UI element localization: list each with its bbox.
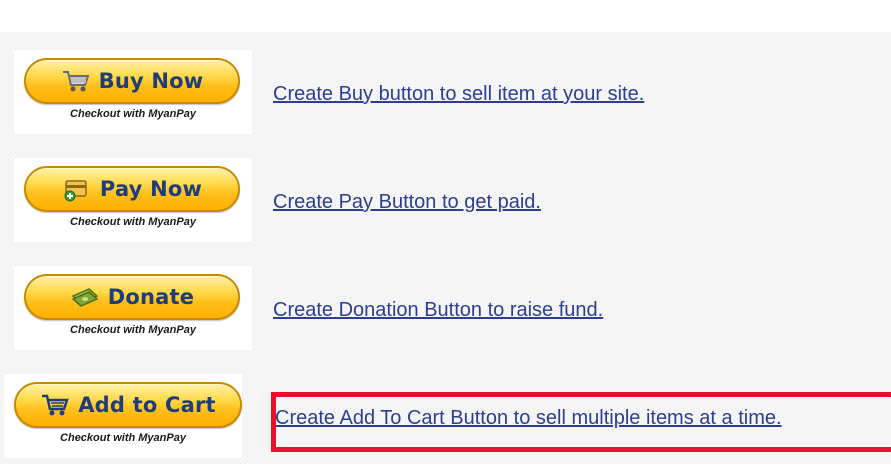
pay-now-button[interactable]: Pay Now	[24, 166, 240, 212]
buy-now-button[interactable]: Buy Now	[24, 58, 240, 104]
highlight-box	[271, 392, 891, 452]
add-to-cart-button[interactable]: Add to Cart	[14, 382, 242, 428]
buy-now-label: Buy Now	[98, 69, 204, 93]
donate-label: Donate	[107, 285, 195, 309]
pay-now-label: Pay Now	[99, 177, 203, 201]
add-to-cart-icon	[42, 394, 69, 416]
checkout-caption: Checkout with MyanPay	[70, 216, 196, 228]
payment-card-icon	[64, 180, 87, 202]
button-options-page: Buy Now Checkout with MyanPay Create Buy…	[0, 0, 891, 475]
donate-badge[interactable]: Donate Checkout with MyanPay	[14, 266, 252, 350]
pay-now-badge[interactable]: Pay Now Checkout with MyanPay	[14, 158, 252, 242]
checkout-caption: Checkout with MyanPay	[70, 324, 196, 336]
donate-button[interactable]: Donate	[24, 274, 240, 320]
cash-icon	[71, 288, 99, 307]
add-to-cart-badge[interactable]: Add to Cart Checkout with MyanPay	[4, 374, 242, 458]
checkout-caption: Checkout with MyanPay	[60, 432, 186, 444]
add-to-cart-label: Add to Cart	[78, 393, 216, 417]
shopping-cart-icon	[62, 71, 89, 92]
checkout-caption: Checkout with MyanPay	[70, 108, 196, 120]
create-donation-button-link[interactable]: Create Donation Button to raise fund.	[273, 299, 603, 322]
create-buy-button-link[interactable]: Create Buy button to sell item at your s…	[273, 83, 644, 106]
buy-now-badge[interactable]: Buy Now Checkout with MyanPay	[14, 50, 252, 134]
create-pay-button-link[interactable]: Create Pay Button to get paid.	[273, 191, 541, 214]
